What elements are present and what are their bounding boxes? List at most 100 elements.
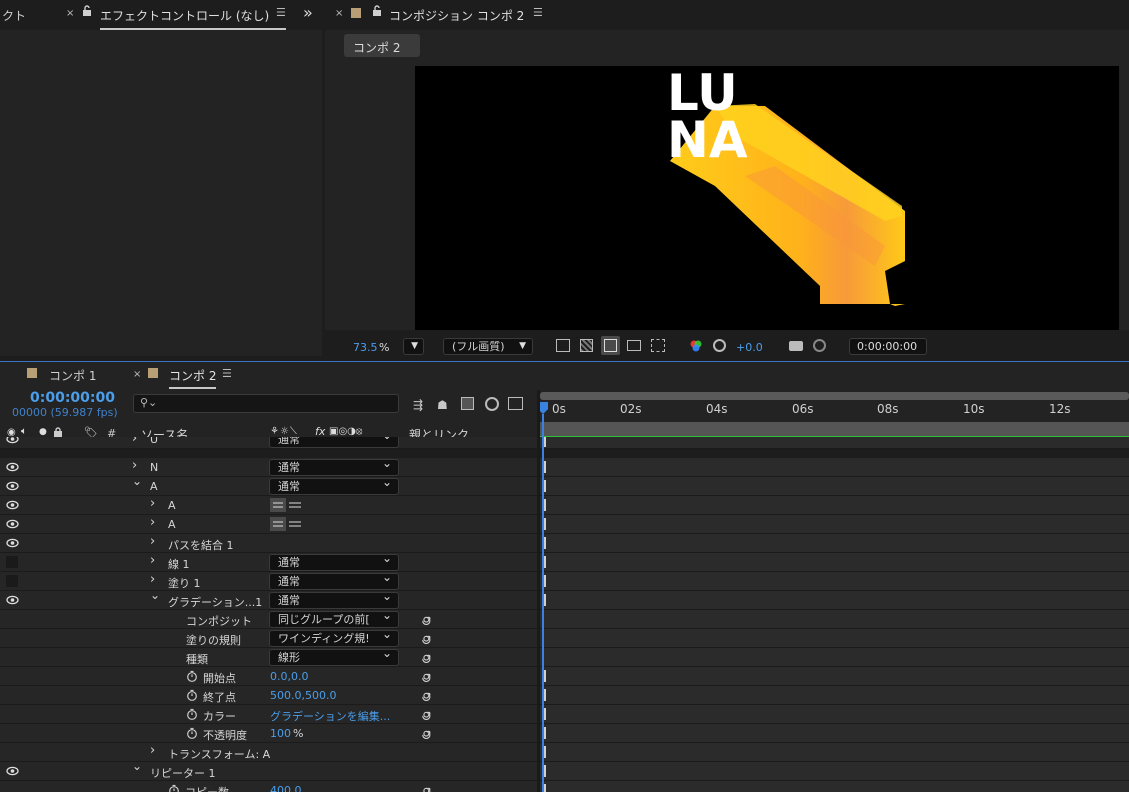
visibility-box-icon[interactable] xyxy=(6,556,18,568)
eye-icon[interactable] xyxy=(6,461,19,473)
layer-name[interactable]: 種類 xyxy=(186,651,208,667)
path-direction-icon[interactable] xyxy=(270,498,304,512)
blend-mode-dropdown[interactable]: 線形 ⌄ xyxy=(269,646,399,666)
timeline-track-row[interactable] xyxy=(540,686,1129,705)
layer-row[interactable]: コンポジット 同じグループの前[⌄ xyxy=(0,608,537,629)
panel-menu-icon[interactable]: ☰ xyxy=(533,6,543,19)
quality-dropdown[interactable]: (フル画質) ▼ xyxy=(443,338,533,355)
blend-mode-dropdown[interactable]: 通常 ⌄ xyxy=(269,456,399,476)
keyframe-marker[interactable] xyxy=(544,437,546,447)
layer-name[interactable]: トランスフォーム: A xyxy=(168,746,270,762)
layer-name[interactable]: A xyxy=(168,499,176,512)
layer-row[interactable]: › パスを結合 1 xyxy=(0,534,537,553)
close-icon[interactable]: × xyxy=(133,369,141,380)
blend-mode-dropdown[interactable]: 通常 ⌄ xyxy=(269,589,399,609)
keyframe-marker[interactable] xyxy=(544,480,546,492)
collapse-chevron-icon[interactable]: › xyxy=(150,553,155,568)
expression-pickwhip-icon[interactable] xyxy=(421,688,434,702)
layer-row[interactable]: ⌄ A 通常 ⌄ xyxy=(0,474,537,496)
keyframe-marker[interactable] xyxy=(544,518,546,530)
layer-row[interactable]: カラー グラデーションを編集... xyxy=(0,705,537,724)
layer-row[interactable]: 種類 線形 ⌄ xyxy=(0,646,537,667)
panel-menu-icon[interactable]: ☰ xyxy=(222,367,232,380)
layer-row[interactable]: 不透明度 100% xyxy=(0,724,537,743)
keyframe-marker[interactable] xyxy=(544,746,546,758)
timeline-track-row[interactable] xyxy=(540,610,1129,629)
work-area-bar[interactable] xyxy=(540,392,1129,400)
timeline-track-row[interactable] xyxy=(540,477,1129,496)
eye-icon[interactable] xyxy=(6,437,19,445)
collapse-chevron-icon[interactable]: › xyxy=(150,515,155,530)
close-icon[interactable]: × xyxy=(66,8,74,19)
layer-name[interactable]: パスを結合 1 xyxy=(168,537,234,553)
eye-icon[interactable] xyxy=(6,499,19,511)
stopwatch-icon[interactable] xyxy=(168,784,180,792)
expression-pickwhip-icon[interactable] xyxy=(421,707,434,721)
layer-row[interactable]: コピー数 400.0 xyxy=(0,781,537,792)
keyframe-marker[interactable] xyxy=(544,461,546,473)
collapse-chevron-icon[interactable]: › xyxy=(132,437,137,446)
comp-viewer[interactable]: LU NA xyxy=(415,66,1119,330)
layer-name[interactable]: コピー数 xyxy=(185,784,229,792)
eye-icon[interactable] xyxy=(6,594,19,606)
solo-toggle-icon[interactable]: ● xyxy=(39,427,47,437)
layer-name[interactable]: 不透明度 xyxy=(203,727,247,743)
layer-row[interactable]: › 塗り 1 通常 ⌄ xyxy=(0,570,537,591)
exposure-value[interactable]: +0.0 xyxy=(736,341,763,354)
timeline-track-row[interactable] xyxy=(540,496,1129,515)
graph-editor-icon[interactable] xyxy=(508,397,523,410)
timeline-track-row[interactable] xyxy=(540,762,1129,781)
expand-chevron-icon[interactable]: ⌄ xyxy=(150,588,160,602)
keyframe-marker[interactable] xyxy=(544,765,546,777)
layer-row[interactable]: › A xyxy=(0,515,537,534)
channels-icon[interactable] xyxy=(689,339,703,356)
timeline-track-row[interactable] xyxy=(540,705,1129,724)
layer-name[interactable]: U xyxy=(150,437,158,446)
property-value[interactable]: 0.0,0.0 xyxy=(270,670,308,683)
layer-row[interactable]: › U 通常 ⌄ xyxy=(0,437,537,449)
timeline-track-row[interactable] xyxy=(540,515,1129,534)
keyframe-marker[interactable] xyxy=(544,708,546,720)
property-value[interactable]: 100 xyxy=(270,727,291,740)
expand-chevron-icon[interactable]: ⌄ xyxy=(132,759,142,773)
layer-name[interactable]: グラデーション...1 xyxy=(168,594,262,610)
panel-divider[interactable] xyxy=(537,390,540,792)
blend-mode-dropdown[interactable]: 通常 ⌄ xyxy=(269,475,399,495)
keyframe-marker[interactable] xyxy=(544,727,546,739)
close-icon[interactable]: × xyxy=(335,8,343,19)
collapse-chevron-icon[interactable]: › xyxy=(150,572,155,587)
timeline-track-row[interactable] xyxy=(540,781,1129,792)
layer-row[interactable]: › A xyxy=(0,496,537,515)
keyframe-marker[interactable] xyxy=(544,575,546,587)
property-value[interactable]: 400.0 xyxy=(270,784,302,792)
expression-pickwhip-icon[interactable] xyxy=(421,612,434,626)
blend-mode-dropdown[interactable]: 通常 ⌄ xyxy=(269,551,399,571)
path-direction-icon[interactable] xyxy=(270,517,304,531)
layer-search-input[interactable] xyxy=(133,394,399,413)
frame-blending-icon[interactable] xyxy=(461,397,474,410)
fast-preview-icon[interactable] xyxy=(556,339,570,352)
comp-flowchart-icon[interactable]: ⇶ xyxy=(413,398,423,412)
keyframe-marker[interactable] xyxy=(544,670,546,682)
layer-name[interactable]: 開始点 xyxy=(203,670,236,686)
motion-blur-icon[interactable] xyxy=(485,397,499,411)
shy-layers-icon[interactable]: ☗ xyxy=(437,398,448,412)
lock-icon[interactable] xyxy=(372,5,382,20)
eye-icon[interactable] xyxy=(6,537,19,549)
timeline-track-row[interactable] xyxy=(540,458,1129,477)
layer-name[interactable]: A xyxy=(150,480,158,493)
layer-name[interactable]: 塗り 1 xyxy=(168,575,201,591)
layer-row[interactable]: ⌄ リピーター 1 xyxy=(0,759,537,781)
audio-toggle-icon[interactable]: 🔈︎ xyxy=(21,426,27,437)
expression-pickwhip-icon[interactable] xyxy=(421,783,434,792)
keyframe-marker[interactable] xyxy=(544,689,546,701)
timeline-track-row[interactable] xyxy=(540,648,1129,667)
timeline-track-row[interactable] xyxy=(540,629,1129,648)
property-value[interactable]: グラデーションを編集... xyxy=(270,708,390,724)
expression-pickwhip-icon[interactable] xyxy=(421,669,434,683)
expand-chevron-icon[interactable]: ⌄ xyxy=(132,474,142,488)
panel-overflow-icon[interactable]: » xyxy=(303,3,313,22)
layer-row[interactable]: ⌄ グラデーション...1 通常 ⌄ xyxy=(0,588,537,610)
expression-pickwhip-icon[interactable] xyxy=(421,726,434,740)
blend-mode-dropdown[interactable]: 通常 ⌄ xyxy=(269,437,399,448)
